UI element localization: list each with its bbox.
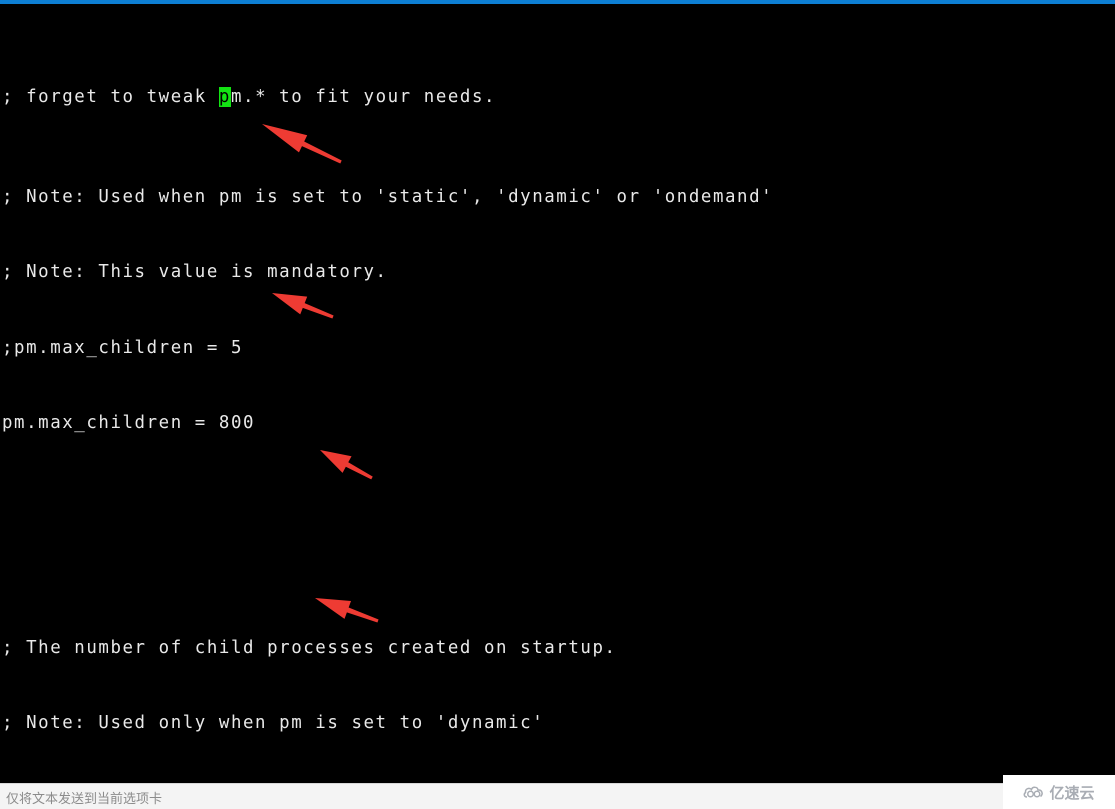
terminal-line: ; Note: Used when pm is set to 'static',… [2,187,774,208]
status-bar: 仅将文本发送到当前选项卡 [0,783,1115,809]
watermark: 亿速云 [1003,775,1115,809]
status-bar-label: 仅将文本发送到当前选项卡 [6,792,163,807]
terminal-line: ; Note: This value is mandatory. [2,262,388,283]
watermark-label: 亿速云 [1049,783,1095,802]
terminal-line: ;pm.max_children = 5 [2,337,244,358]
terminal-line-text-before-cursor: ; forget to tweak [2,87,219,108]
terminal-pane[interactable]: ; forget to tweak pm.* to fit your needs… [0,4,1115,783]
terminal-line: ; forget to tweak pm.* to fit your needs… [2,85,966,110]
terminal-line-text-after-cursor: m.* to fit your needs. [230,87,497,108]
terminal-output: ; forget to tweak pm.* to fit your needs… [0,4,966,783]
terminal-line: ; Note: Used only when pm is set to 'dyn… [2,713,545,734]
terminal-cursor: p [218,87,231,108]
terminal-line: pm.max_children = 800 [2,412,256,433]
terminal-line: ; The number of child processes created … [2,638,617,659]
terminal-app-window: ; forget to tweak pm.* to fit your needs… [0,0,1115,809]
cloud-logo-icon [1024,786,1044,798]
